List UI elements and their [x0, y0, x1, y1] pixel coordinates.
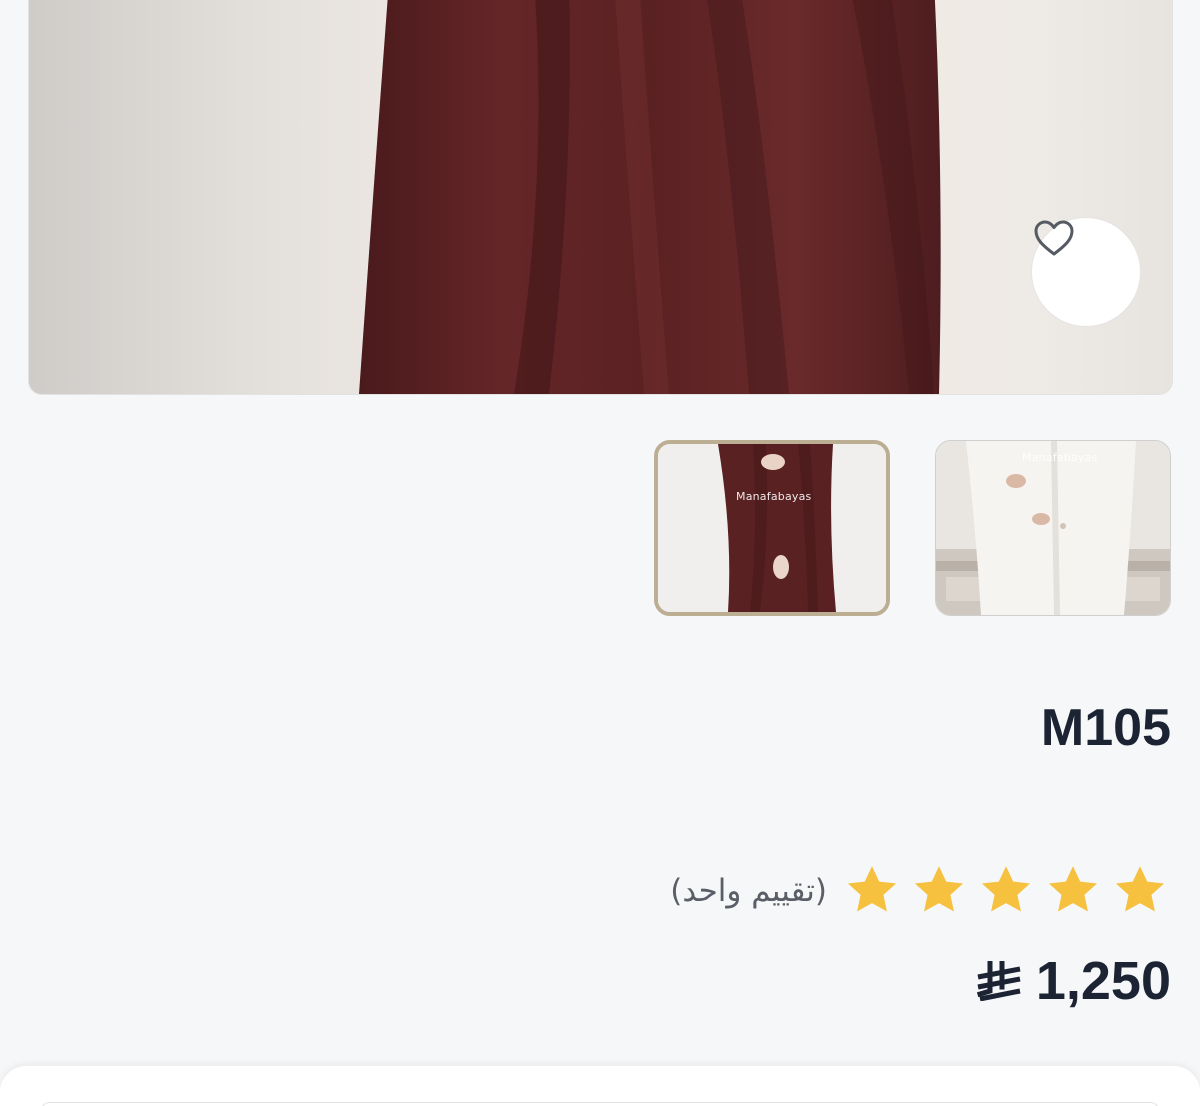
thumbnail-white[interactable]: Manafabayas	[935, 440, 1171, 616]
star-icon	[1115, 866, 1165, 912]
thumbnail-white-photo	[936, 441, 1170, 615]
rating-count-label[interactable]: (تقييم واحد)	[670, 873, 827, 909]
product-main-image[interactable]	[28, 0, 1173, 395]
thumbnail-maroon-photo	[658, 444, 886, 612]
product-code: M105	[1040, 699, 1171, 757]
star-icon	[914, 866, 964, 912]
favorite-button[interactable]	[1031, 217, 1141, 327]
thumbnail-watermark: Manafabayas	[736, 490, 812, 503]
rating-row[interactable]: (تقييم واحد)	[670, 862, 1168, 918]
star-icon	[1048, 866, 1098, 912]
thumbnail-watermark: Manafabayas	[1022, 451, 1098, 464]
star-icon	[981, 866, 1031, 912]
bottom-sheet[interactable]	[0, 1066, 1200, 1106]
saudi-riyal-icon	[976, 961, 1021, 1001]
thumbnail-maroon[interactable]: Manafabayas	[654, 440, 890, 616]
heart-icon	[1034, 220, 1074, 256]
price: 1,250	[976, 950, 1171, 1012]
bottom-sheet-bar	[40, 1102, 1160, 1106]
price-value: 1,250	[1035, 951, 1171, 1011]
star-icon	[847, 866, 897, 912]
rating-stars	[833, 862, 1168, 918]
abaya-photo	[359, 0, 941, 394]
product-page: Manafabayas Manafabayas M105 (تقييم واحد…	[0, 0, 1200, 1106]
